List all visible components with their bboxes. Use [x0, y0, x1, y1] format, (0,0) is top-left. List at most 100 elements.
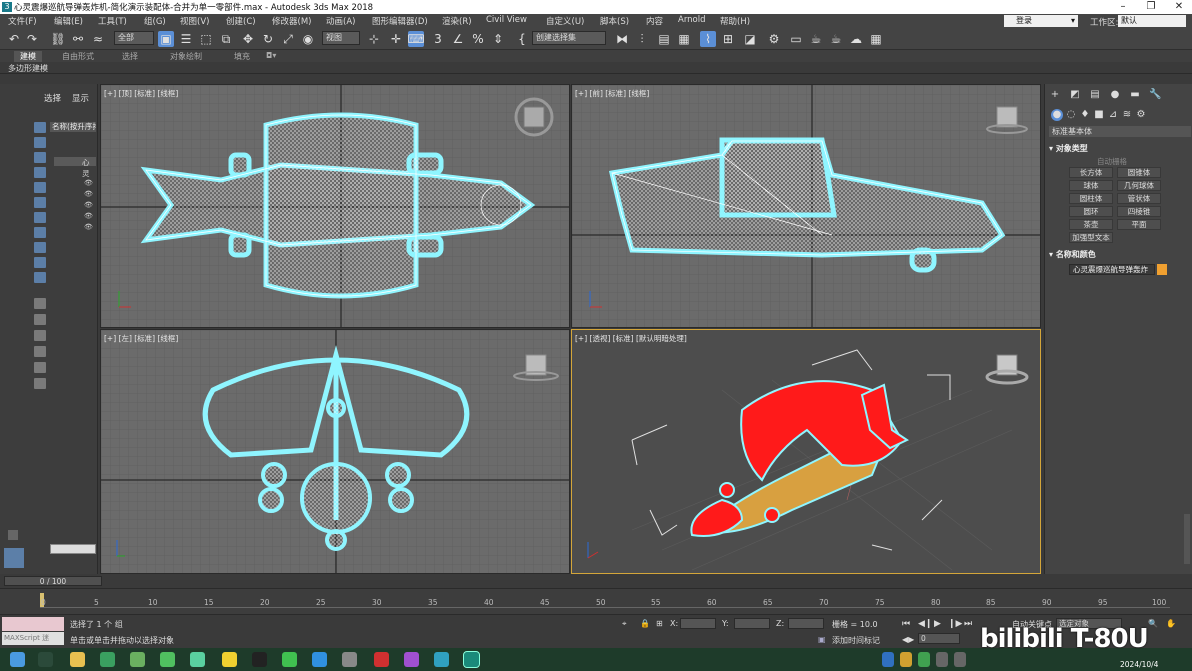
move-icon[interactable]: ✥: [240, 31, 256, 47]
explorer-scrollbar[interactable]: [50, 544, 96, 554]
invert-selection-icon[interactable]: [34, 330, 46, 341]
spacewarps-filter-icon[interactable]: [34, 212, 46, 223]
hierarchy-tab-icon[interactable]: ▤: [1089, 89, 1101, 101]
go-to-start-icon[interactable]: ⏮: [902, 619, 910, 629]
keyboard-shortcut-toggle-icon[interactable]: ⌨: [407, 31, 425, 47]
curve-editor-icon[interactable]: ⌇: [700, 31, 716, 47]
3dsmax-taskbar-icon[interactable]: [463, 651, 480, 668]
menu-modifiers[interactable]: 修改器(M): [272, 15, 311, 27]
align-icon[interactable]: ⫶: [634, 31, 650, 47]
previous-frame-icon[interactable]: ◀❙: [918, 619, 932, 629]
app-icon[interactable]: [190, 652, 205, 667]
time-tag-icon[interactable]: ▣: [818, 635, 826, 644]
key-mode-icon[interactable]: ◀▶: [902, 635, 914, 644]
percent-snap-icon[interactable]: %: [470, 31, 486, 47]
tube-button[interactable]: 管状体: [1117, 193, 1161, 204]
selection-filter-dropdown[interactable]: 全部: [114, 31, 154, 45]
render-iterative-icon[interactable]: ☕: [828, 31, 844, 47]
maxscript-listener[interactable]: [2, 617, 64, 631]
shapes-filter-icon[interactable]: [34, 152, 46, 163]
eye-icon[interactable]: 👁: [84, 223, 93, 231]
shapes-icon[interactable]: ◌: [1065, 109, 1077, 121]
time-slider-thumb[interactable]: 0 / 100: [4, 576, 102, 586]
sphere-button[interactable]: 球体: [1069, 180, 1113, 191]
undo-icon[interactable]: ↶: [6, 31, 22, 47]
rendered-frame-icon[interactable]: ▭: [788, 31, 804, 47]
xrefs-filter-icon[interactable]: [34, 242, 46, 253]
viewport-label[interactable]: [+] [顶] [标准] [线框]: [104, 88, 178, 99]
containers-filter-icon[interactable]: [34, 272, 46, 283]
plane-button[interactable]: 平面: [1117, 219, 1161, 230]
wechat-icon[interactable]: [282, 652, 297, 667]
explorer-column-header[interactable]: 名称(按升序排: [50, 122, 96, 132]
transform-mode-icon[interactable]: ⊞: [656, 619, 663, 628]
material-editor-icon[interactable]: ◪: [742, 31, 758, 47]
maximize-button[interactable]: ❐: [1138, 0, 1164, 14]
spinner-snap-icon[interactable]: ⇕: [490, 31, 506, 47]
render-setup-icon[interactable]: ⚙: [766, 31, 782, 47]
tray-icon[interactable]: [936, 652, 948, 667]
layer-explorer-icon[interactable]: ▤: [656, 31, 672, 47]
a360-gallery-icon[interactable]: ▦: [868, 31, 884, 47]
menu-rendering[interactable]: 渲染(R): [442, 15, 472, 27]
viewport-label[interactable]: [+] [左] [标准] [线框]: [104, 333, 178, 344]
render-production-icon[interactable]: ☕: [808, 31, 824, 47]
select-object-icon[interactable]: ▣: [158, 31, 174, 47]
menu-file[interactable]: 文件(F): [8, 15, 37, 27]
z-coord-field[interactable]: [788, 618, 824, 629]
y-coord-field[interactable]: [734, 618, 770, 629]
select-by-name-icon[interactable]: ☰: [178, 31, 194, 47]
geosphere-button[interactable]: 几何球体: [1117, 180, 1161, 191]
minimize-button[interactable]: –: [1110, 0, 1136, 14]
rotate-icon[interactable]: ↻: [260, 31, 276, 47]
groups-filter-icon[interactable]: [34, 227, 46, 238]
tab-modeling[interactable]: 建模: [14, 51, 42, 62]
find-icon[interactable]: [34, 346, 46, 357]
menu-animation[interactable]: 动画(A): [326, 15, 355, 27]
box-button[interactable]: 长方体: [1069, 167, 1113, 178]
text-plus-button[interactable]: 加强型文本: [1069, 232, 1113, 243]
display-tab-icon[interactable]: ▬: [1129, 89, 1141, 101]
app-icon[interactable]: [100, 652, 115, 667]
ribbon-toggle-icon[interactable]: ▦: [676, 31, 692, 47]
track-bar[interactable]: 0 5 10 15 20 25 30 35 40 45 50 55 60 65 …: [0, 588, 1192, 614]
schematic-view-icon[interactable]: ⊞: [720, 31, 736, 47]
orbit-icon[interactable]: ✋: [1166, 619, 1176, 628]
angle-snap-icon[interactable]: ∠: [450, 31, 466, 47]
tray-icon[interactable]: [900, 652, 912, 667]
edit-named-selection-icon[interactable]: {: [514, 31, 530, 47]
tab-object-paint[interactable]: 对象绘制: [170, 51, 202, 62]
tray-icon[interactable]: [882, 652, 894, 667]
unlink-icon[interactable]: ⚯: [70, 31, 86, 47]
edge-icon[interactable]: [312, 652, 327, 667]
name-color-rollout[interactable]: ▾ 名称和颜色: [1049, 249, 1096, 260]
torus-button[interactable]: 圆环: [1069, 206, 1113, 217]
menu-edit[interactable]: 编辑(E): [54, 15, 83, 27]
expand-arrow-icon[interactable]: [8, 530, 18, 540]
bones-filter-icon[interactable]: [34, 257, 46, 268]
app-icon[interactable]: [160, 652, 175, 667]
menu-content[interactable]: 内容: [646, 15, 663, 27]
geometry-icon[interactable]: ●: [1051, 109, 1063, 121]
teapot-button[interactable]: 茶壶: [1069, 219, 1113, 230]
viewport-label[interactable]: [+] [透视] [标准] [默认明暗处理]: [575, 333, 687, 344]
eye-icon[interactable]: 👁: [84, 201, 93, 209]
create-tab-icon[interactable]: +: [1049, 89, 1061, 101]
app-icon[interactable]: [374, 652, 389, 667]
helpers-filter-icon[interactable]: [34, 197, 46, 208]
cylinder-button[interactable]: 圆柱体: [1069, 193, 1113, 204]
explorer-layer-icon[interactable]: [4, 548, 24, 568]
close-button[interactable]: ✕: [1166, 0, 1192, 14]
lights-filter-icon[interactable]: [34, 167, 46, 178]
menu-scripting[interactable]: 脚本(S): [600, 15, 629, 27]
filter-icon[interactable]: [34, 362, 46, 373]
play-icon[interactable]: ▶: [934, 619, 941, 629]
select-manipulate-icon[interactable]: ✛: [388, 31, 404, 47]
scale-icon[interactable]: ⤢: [280, 31, 296, 47]
spacewarps-icon[interactable]: ≋: [1121, 109, 1133, 121]
workspace-select[interactable]: 默认: [1118, 15, 1186, 27]
app-icon[interactable]: [434, 652, 449, 667]
viewcube-icon[interactable]: [985, 354, 1029, 385]
lights-icon[interactable]: ♦: [1079, 109, 1091, 121]
utilities-tab-icon[interactable]: 🔧: [1149, 89, 1161, 101]
